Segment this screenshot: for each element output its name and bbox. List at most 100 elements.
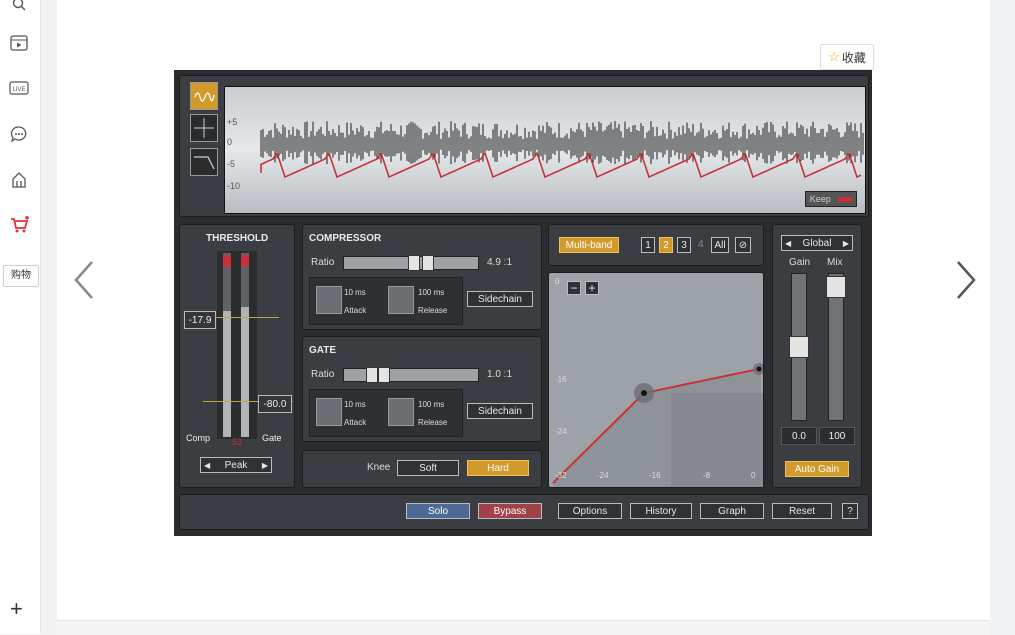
keep-button[interactable]: Keep: [805, 191, 857, 207]
bypass-button[interactable]: Bypass: [478, 503, 542, 519]
gain-label: Gain: [789, 257, 811, 268]
release-knob[interactable]: [388, 286, 414, 314]
peak-label: Peak: [224, 459, 248, 471]
left-arrow-icon[interactable]: ◀: [201, 461, 210, 470]
gate-attack-knob[interactable]: [316, 398, 342, 426]
auto-gain-button[interactable]: Auto Gain: [785, 461, 849, 477]
gate-ratio-knob[interactable]: [366, 367, 378, 383]
live-text: LIVE: [12, 87, 25, 93]
attack-knob[interactable]: [316, 286, 342, 314]
mix-slider-handle[interactable]: [826, 276, 846, 298]
link-icon[interactable]: ⊘: [735, 237, 751, 253]
gate-ratio-value: 1.0 :1: [487, 369, 513, 380]
gain-slider[interactable]: [789, 273, 809, 421]
multiband-button[interactable]: Multi-band: [559, 237, 619, 253]
gate-ratio-knob[interactable]: [378, 367, 390, 383]
search-icon[interactable]: [9, 0, 29, 14]
attack-value: 10 ms: [344, 288, 366, 297]
mix-slider[interactable]: [826, 273, 846, 421]
waveform-graph: [260, 121, 864, 179]
keep-label: Keep: [809, 194, 831, 204]
global-selector[interactable]: ◀ Global ▶: [781, 235, 853, 251]
global-label: Global: [802, 237, 832, 249]
reset-button[interactable]: Reset: [772, 503, 832, 519]
band-4-button[interactable]: 4: [698, 239, 704, 250]
gate-ratio-slider[interactable]: [343, 367, 479, 383]
gate-attack-label: Attack: [344, 418, 367, 427]
graph-y-tick: 0: [555, 277, 560, 286]
transfer-curve: [552, 363, 763, 487]
band-2-button[interactable]: 2: [659, 237, 673, 253]
knee-soft-button[interactable]: Soft: [397, 460, 459, 476]
tag-icon[interactable]: [9, 170, 29, 190]
mix-value[interactable]: 100: [819, 427, 855, 445]
video-icon[interactable]: [9, 33, 29, 53]
graph-x-tick: -16: [649, 471, 661, 480]
gain-slider-handle[interactable]: [789, 336, 809, 358]
gate-label: Gate: [262, 433, 282, 443]
threshold-meter: [187, 251, 293, 439]
gate-release-label: Release: [418, 418, 448, 427]
gate-timing-group: 10 ms Attack 100 ms Release: [309, 389, 463, 437]
band-1-button[interactable]: 1: [641, 237, 655, 253]
db-label: -5: [227, 159, 236, 169]
graph-x-tick: 0: [751, 471, 756, 480]
release-value: 100 ms: [418, 288, 445, 297]
peak-selector[interactable]: ◀ Peak ▶: [200, 457, 272, 473]
band-all-button[interactable]: All: [711, 237, 729, 253]
left-sidebar: LIVE 购物 +: [0, 0, 41, 634]
gate-title: GATE: [309, 345, 337, 356]
plugin-window: +5 0 -5 -10 Keep THRESHOLD -17.9 -80.0 C…: [174, 70, 872, 536]
left-arrow-icon[interactable]: ◀: [782, 239, 791, 248]
solo-button[interactable]: Solo: [406, 503, 470, 519]
release-label: Release: [418, 306, 448, 315]
comp-threshold-value[interactable]: -17.9: [184, 311, 216, 329]
next-arrow-icon[interactable]: [950, 258, 980, 302]
waveform-panel: +5 0 -5 -10 Keep: [179, 75, 869, 217]
graph-y-tick: -24: [555, 427, 567, 436]
meter-value: 53: [232, 437, 243, 447]
prev-arrow-icon[interactable]: [70, 258, 100, 302]
threshold-panel: THRESHOLD -17.9 -80.0 Comp 53 Gate ◀ Pea…: [179, 224, 295, 488]
gate-ratio-label: Ratio: [311, 369, 335, 380]
compressor-ratio-slider[interactable]: [343, 255, 479, 271]
add-icon[interactable]: +: [10, 598, 23, 620]
curve-mode-button[interactable]: [190, 148, 218, 176]
db-label: -10: [227, 181, 241, 191]
attack-label: Attack: [344, 306, 367, 315]
compressor-ratio-knob[interactable]: [408, 255, 420, 271]
star-icon: ☆: [828, 49, 840, 64]
waveform-mode-button[interactable]: [190, 82, 218, 110]
history-button[interactable]: History: [630, 503, 692, 519]
favorite-button[interactable]: ☆ 收藏: [820, 44, 874, 70]
keep-swatch: [838, 196, 853, 202]
chat-icon[interactable]: [9, 124, 29, 144]
compressor-sidechain-button[interactable]: Sidechain: [467, 291, 533, 307]
gate-panel: GATE Ratio 1.0 :1 10 ms Attack 100 ms Re…: [302, 336, 542, 442]
compressor-timing-group: 10 ms Attack 100 ms Release: [309, 277, 463, 325]
compressor-ratio-knob[interactable]: [422, 255, 434, 271]
gate-threshold-value[interactable]: -80.0: [258, 395, 292, 413]
bottom-bar: Solo Bypass Options History Graph Reset …: [179, 494, 869, 530]
graph-y-tick: -16: [555, 375, 567, 384]
gate-sidechain-button[interactable]: Sidechain: [467, 403, 533, 419]
knee-label: Knee: [367, 462, 391, 473]
gate-release-knob[interactable]: [388, 398, 414, 426]
compressor-ratio-label: Ratio: [311, 257, 335, 268]
knee-hard-button[interactable]: Hard: [467, 460, 529, 476]
help-button[interactable]: ?: [842, 503, 858, 519]
crosshair-mode-button[interactable]: [190, 114, 218, 142]
cart-icon[interactable]: [9, 215, 29, 235]
mix-label: Mix: [827, 257, 843, 268]
bottom-toolbar: [57, 620, 990, 635]
right-arrow-icon[interactable]: ▶: [262, 461, 271, 470]
gain-value[interactable]: 0.0: [781, 427, 817, 445]
graph-button[interactable]: Graph: [700, 503, 764, 519]
db-label: 0: [227, 137, 233, 147]
live-icon[interactable]: LIVE: [9, 78, 29, 98]
band-3-button[interactable]: 3: [677, 237, 691, 253]
shopping-tooltip: 购物: [3, 265, 39, 287]
options-button[interactable]: Options: [558, 503, 622, 519]
gate-attack-value: 10 ms: [344, 400, 366, 409]
right-arrow-icon[interactable]: ▶: [843, 239, 852, 248]
